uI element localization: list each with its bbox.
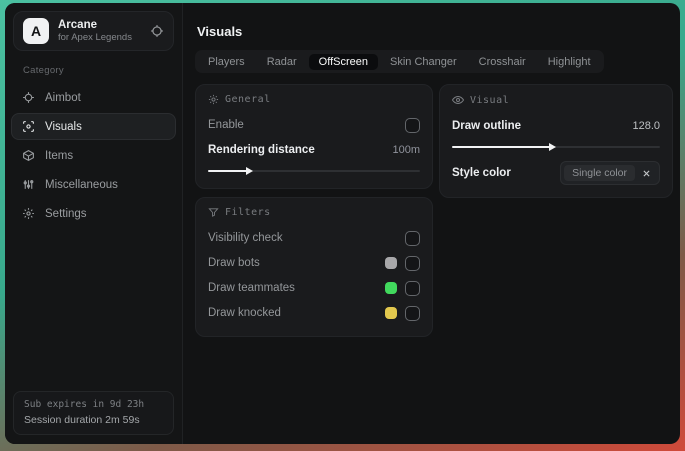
sidebar-item-visuals[interactable]: Visuals: [11, 113, 176, 140]
filter-label: Visibility check: [208, 232, 283, 244]
sidebar-item-label: Items: [45, 149, 74, 162]
sidebar-item-label: Visuals: [45, 120, 82, 133]
category-label: Category: [23, 65, 64, 76]
visual-panel-title: Visual: [470, 94, 510, 106]
gear-small-icon: [208, 94, 219, 105]
sidebar-item-label: Settings: [45, 207, 87, 220]
style-color-tag: Single color: [564, 165, 635, 181]
filters-panel-title: Filters: [225, 207, 271, 218]
filter-row: Draw bots: [208, 252, 420, 274]
funnel-icon: [208, 207, 219, 218]
scan-icon: [22, 120, 35, 133]
sidebar-item-label: Aimbot: [45, 91, 81, 104]
draw-knocked-checkbox[interactable]: [405, 305, 420, 321]
filter-label: Draw teammates: [208, 282, 295, 294]
general-panel: General Enable Rendering distance 100m: [195, 84, 433, 189]
app-name: Arcane: [58, 18, 97, 31]
box-icon: [22, 149, 35, 162]
brand-card: A Arcane for Apex Legends: [13, 11, 174, 51]
enable-checkbox[interactable]: [405, 117, 420, 133]
crosshair-icon: [22, 91, 35, 104]
draw-outline-slider[interactable]: [452, 142, 660, 152]
page-title: Visuals: [197, 24, 243, 39]
app-logo: A: [23, 18, 49, 44]
sidebar-item-settings[interactable]: Settings: [11, 200, 176, 227]
target-icon[interactable]: [150, 24, 164, 38]
tab-crosshair[interactable]: Crosshair: [469, 54, 536, 70]
tabstrip: Players Radar OffScreen Skin Changer Crossha…: [195, 50, 604, 73]
sidebar-item-aimbot[interactable]: Aimbot: [11, 84, 176, 111]
draw-bots-checkbox[interactable]: [405, 255, 420, 271]
enable-label: Enable: [208, 119, 244, 131]
slider-thumb[interactable]: [549, 143, 556, 151]
visibility-check-checkbox[interactable]: [405, 230, 420, 246]
sidebar-nav: Aimbot Visuals Items Miscellaneous Settings: [5, 84, 182, 227]
tab-offscreen[interactable]: OffScreen: [308, 53, 378, 70]
sidebar: A Arcane for Apex Legends Category Aimbo…: [5, 3, 183, 444]
rendering-distance-value: 100m: [392, 144, 420, 156]
style-color-label: Style color: [452, 167, 511, 179]
filter-label: Draw knocked: [208, 307, 281, 319]
app-window: A Arcane for Apex Legends Category Aimbo…: [5, 3, 680, 444]
filter-row: Draw teammates: [208, 277, 420, 299]
sidebar-item-miscellaneous[interactable]: Miscellaneous: [11, 171, 176, 198]
filter-label: Draw bots: [208, 257, 260, 269]
filter-row: Visibility check: [208, 227, 420, 249]
color-swatch[interactable]: [385, 282, 397, 294]
color-swatch[interactable]: [385, 257, 397, 269]
rendering-distance-slider[interactable]: [208, 166, 420, 176]
eye-icon: [452, 94, 464, 106]
sidebar-item-label: Miscellaneous: [45, 178, 118, 191]
slider-thumb[interactable]: [245, 167, 253, 175]
sliders-icon: [22, 178, 35, 191]
sidebar-item-items[interactable]: Items: [11, 142, 176, 169]
color-swatch[interactable]: [385, 307, 397, 319]
clear-icon[interactable]: [642, 169, 651, 178]
style-color-select[interactable]: Single color: [560, 161, 660, 185]
filters-panel: Filters Visibility check Draw bots Draw te…: [195, 197, 433, 337]
tab-skin-changer[interactable]: Skin Changer: [380, 54, 467, 70]
rendering-distance-label: Rendering distance: [208, 144, 315, 156]
app-subtitle: for Apex Legends: [58, 32, 132, 44]
subscription-info: Sub expires in 9d 23h Session duration 2…: [13, 391, 174, 435]
tab-players[interactable]: Players: [198, 54, 255, 70]
session-duration-text: Session duration 2m 59s: [24, 414, 140, 426]
gear-icon: [22, 207, 35, 220]
tab-highlight[interactable]: Highlight: [538, 54, 601, 70]
draw-outline-label: Draw outline: [452, 120, 522, 132]
draw-outline-value: 128.0: [632, 120, 660, 132]
draw-teammates-checkbox[interactable]: [405, 280, 420, 296]
filter-row: Draw knocked: [208, 302, 420, 324]
sub-expires-text: Sub expires in 9d 23h: [24, 399, 145, 410]
visual-panel: Visual Draw outline 128.0 Style color Si…: [439, 84, 673, 198]
tab-radar[interactable]: Radar: [257, 54, 307, 70]
main-area: Visuals Players Radar OffScreen Skin Change…: [183, 3, 680, 444]
general-panel-title: General: [225, 94, 271, 105]
